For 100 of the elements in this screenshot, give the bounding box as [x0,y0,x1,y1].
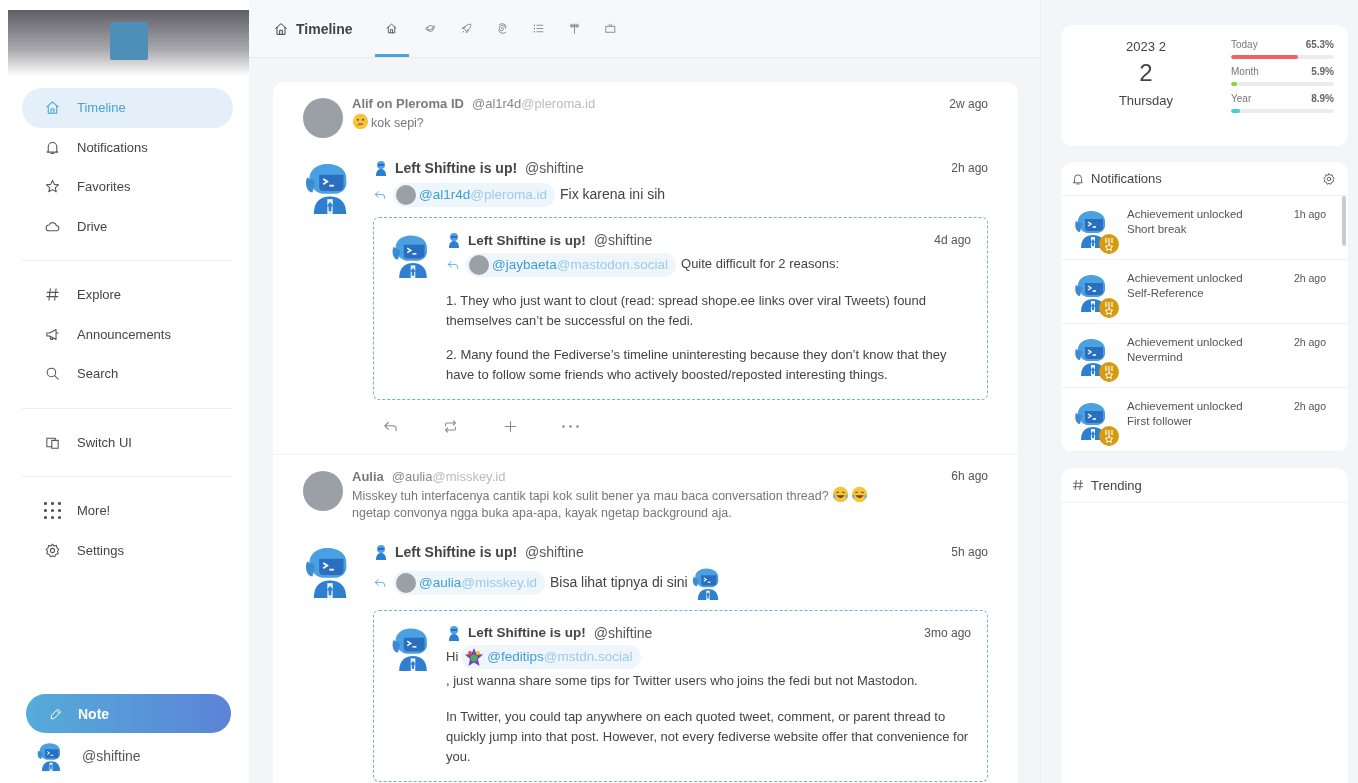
nav-item[interactable]: Favorites [22,167,233,207]
thinking-emoji-icon [352,113,369,130]
meter-reading: 65.3% [1305,39,1334,50]
nav-item[interactable]: Switch UI [22,422,233,462]
avatar-photo-placeholder [469,254,489,275]
calendar-weekday: Thursday [1118,93,1174,108]
mention-username: @al1r4d [419,186,471,205]
note-time: 4d ago [934,233,971,248]
notification-time: 2h ago [1293,272,1326,284]
author-name: Left Shiftine is up! [468,625,586,641]
tv-icon [604,22,618,35]
avatar-photo-placeholder [303,98,343,138]
note-text: 2. Many found the Fediverse’s timeline uninteresting because they don’t know that they have to follow some friends who actively boosted/reposted interesting things. [446,346,947,382]
mini-avatar-icon [373,160,389,176]
notification-text: Nevermind [1127,351,1184,363]
notification-item[interactable]: Achievement unlocked Self-Reference 2h ago [1061,260,1348,324]
antenna-icon [568,22,582,35]
nav-item[interactable]: Notifications [22,127,233,167]
author-host: @misskey.id [432,468,506,484]
author-handle: @aulia [391,468,433,484]
author-name: Left Shiftine is up! [395,160,518,176]
meter-label: Month [1231,66,1259,77]
settings-icon [1322,171,1336,186]
home-icon [273,20,289,37]
mention-host: @pleroma.id [470,186,547,205]
note-text: Misskey tuh interfacenya cantik tapi kok sulit bener ya mau baca conversation thread? [352,488,829,503]
avatar-photo-placeholder [303,470,343,511]
notification-title: Achievement unlocked [1127,272,1244,284]
mini-avatar-icon [373,543,389,560]
avatar-photo-placeholder [396,572,416,593]
notification-text: Short break [1127,223,1188,235]
list-icon [532,22,546,35]
medal-badge-icon [1099,426,1119,446]
avatar-photo-placeholder [396,185,416,206]
scrollbar-thumb[interactable] [1342,196,1346,246]
search-icon [44,365,61,383]
note-text: Bisa lihat tipnya di sini [549,573,688,590]
planet-icon [424,22,438,35]
medal-badge-icon [1099,298,1119,318]
spiral-icon [496,22,510,35]
nav-item[interactable]: Explore [22,275,233,315]
note-text: ngetap convonya [352,505,448,520]
notification-text: Self-Reference [1127,287,1205,299]
hash-icon [44,286,61,304]
widget-title: Trending [1091,477,1142,493]
meter-reading: 8.9% [1311,93,1334,104]
mini-avatar-icon [446,232,462,249]
note-text: Hi [446,648,459,664]
settings-icon [44,541,61,559]
note-text: 1. They who just want to clout (read: spread shope.ee links over viral Tweets) found themselves can’t be successful on the fedi. [446,292,927,328]
author-handle: @shiftine [525,160,584,176]
mini-avatar-icon [446,624,462,641]
laughing-emoji-icon [831,485,849,503]
author-name: Left Shiftine is up! [468,232,586,248]
calendar-year-month: 2023 2 [1126,39,1166,54]
note-text: Quite difficult for 2 reasons: [681,256,840,272]
author-name: Alif on Pleroma ID [352,96,464,111]
notification-time: 2h ago [1293,336,1326,348]
notification-title: Achievement unlocked [1127,208,1244,220]
mention-username: @feditips [487,648,544,667]
notification-time: 2h ago [1293,400,1326,412]
home-icon [44,99,61,117]
mention-host: @misskey.id [461,573,537,592]
notification-item[interactable]: Achievement unlocked First follower 2h ago [1061,388,1348,452]
star-avatar-icon [464,647,485,668]
laughing-emoji-icon [850,485,868,503]
mention-host: @mastodon.social [556,255,668,274]
note-time: 2w ago [949,96,988,111]
meter-label: Year [1231,93,1252,104]
mention-username: @jaybaeta [492,255,557,274]
nav-item[interactable]: More! [22,491,233,531]
widget-title: Notifications [1091,171,1162,186]
author-name: Aulia [352,468,384,484]
notification-item[interactable]: Achievement unlocked Nevermind 2h ago [1061,324,1348,388]
avatar-photo-placeholder [109,22,148,60]
author-host: @pleroma.id [521,96,596,111]
note-text: kok sepi? [371,116,424,130]
notification-title: Achievement unlocked [1127,400,1244,412]
notification-title: Achievement unlocked [1127,336,1244,348]
settings-button[interactable] [1322,171,1336,186]
notification-time: 1h ago [1293,208,1326,220]
mention-host: @mstdn.social [543,648,633,667]
nav-item[interactable]: Search [22,354,233,394]
medal-badge-icon [1099,362,1119,382]
mention-username: @aulia [419,573,462,592]
account-link[interactable]: @shiftine [36,741,249,771]
author-name: Left Shiftine is up! [395,543,518,560]
author-handle: @shiftine [525,543,584,560]
author-handle: @shiftine [593,232,653,249]
note-time: 2h ago [951,161,988,175]
page-title: Timeline [296,20,353,37]
medal-badge-icon [1099,234,1119,254]
author-handle: @shiftine [593,624,653,641]
rocket-icon [460,22,474,35]
nav-item[interactable]: Announcements [22,314,233,354]
calendar-day: 2 [1139,59,1153,87]
notification-text: First follower [1127,415,1194,427]
more-icon [561,425,579,429]
nav-item[interactable]: Drive [22,206,233,246]
nav-item[interactable]: Settings [22,530,233,570]
